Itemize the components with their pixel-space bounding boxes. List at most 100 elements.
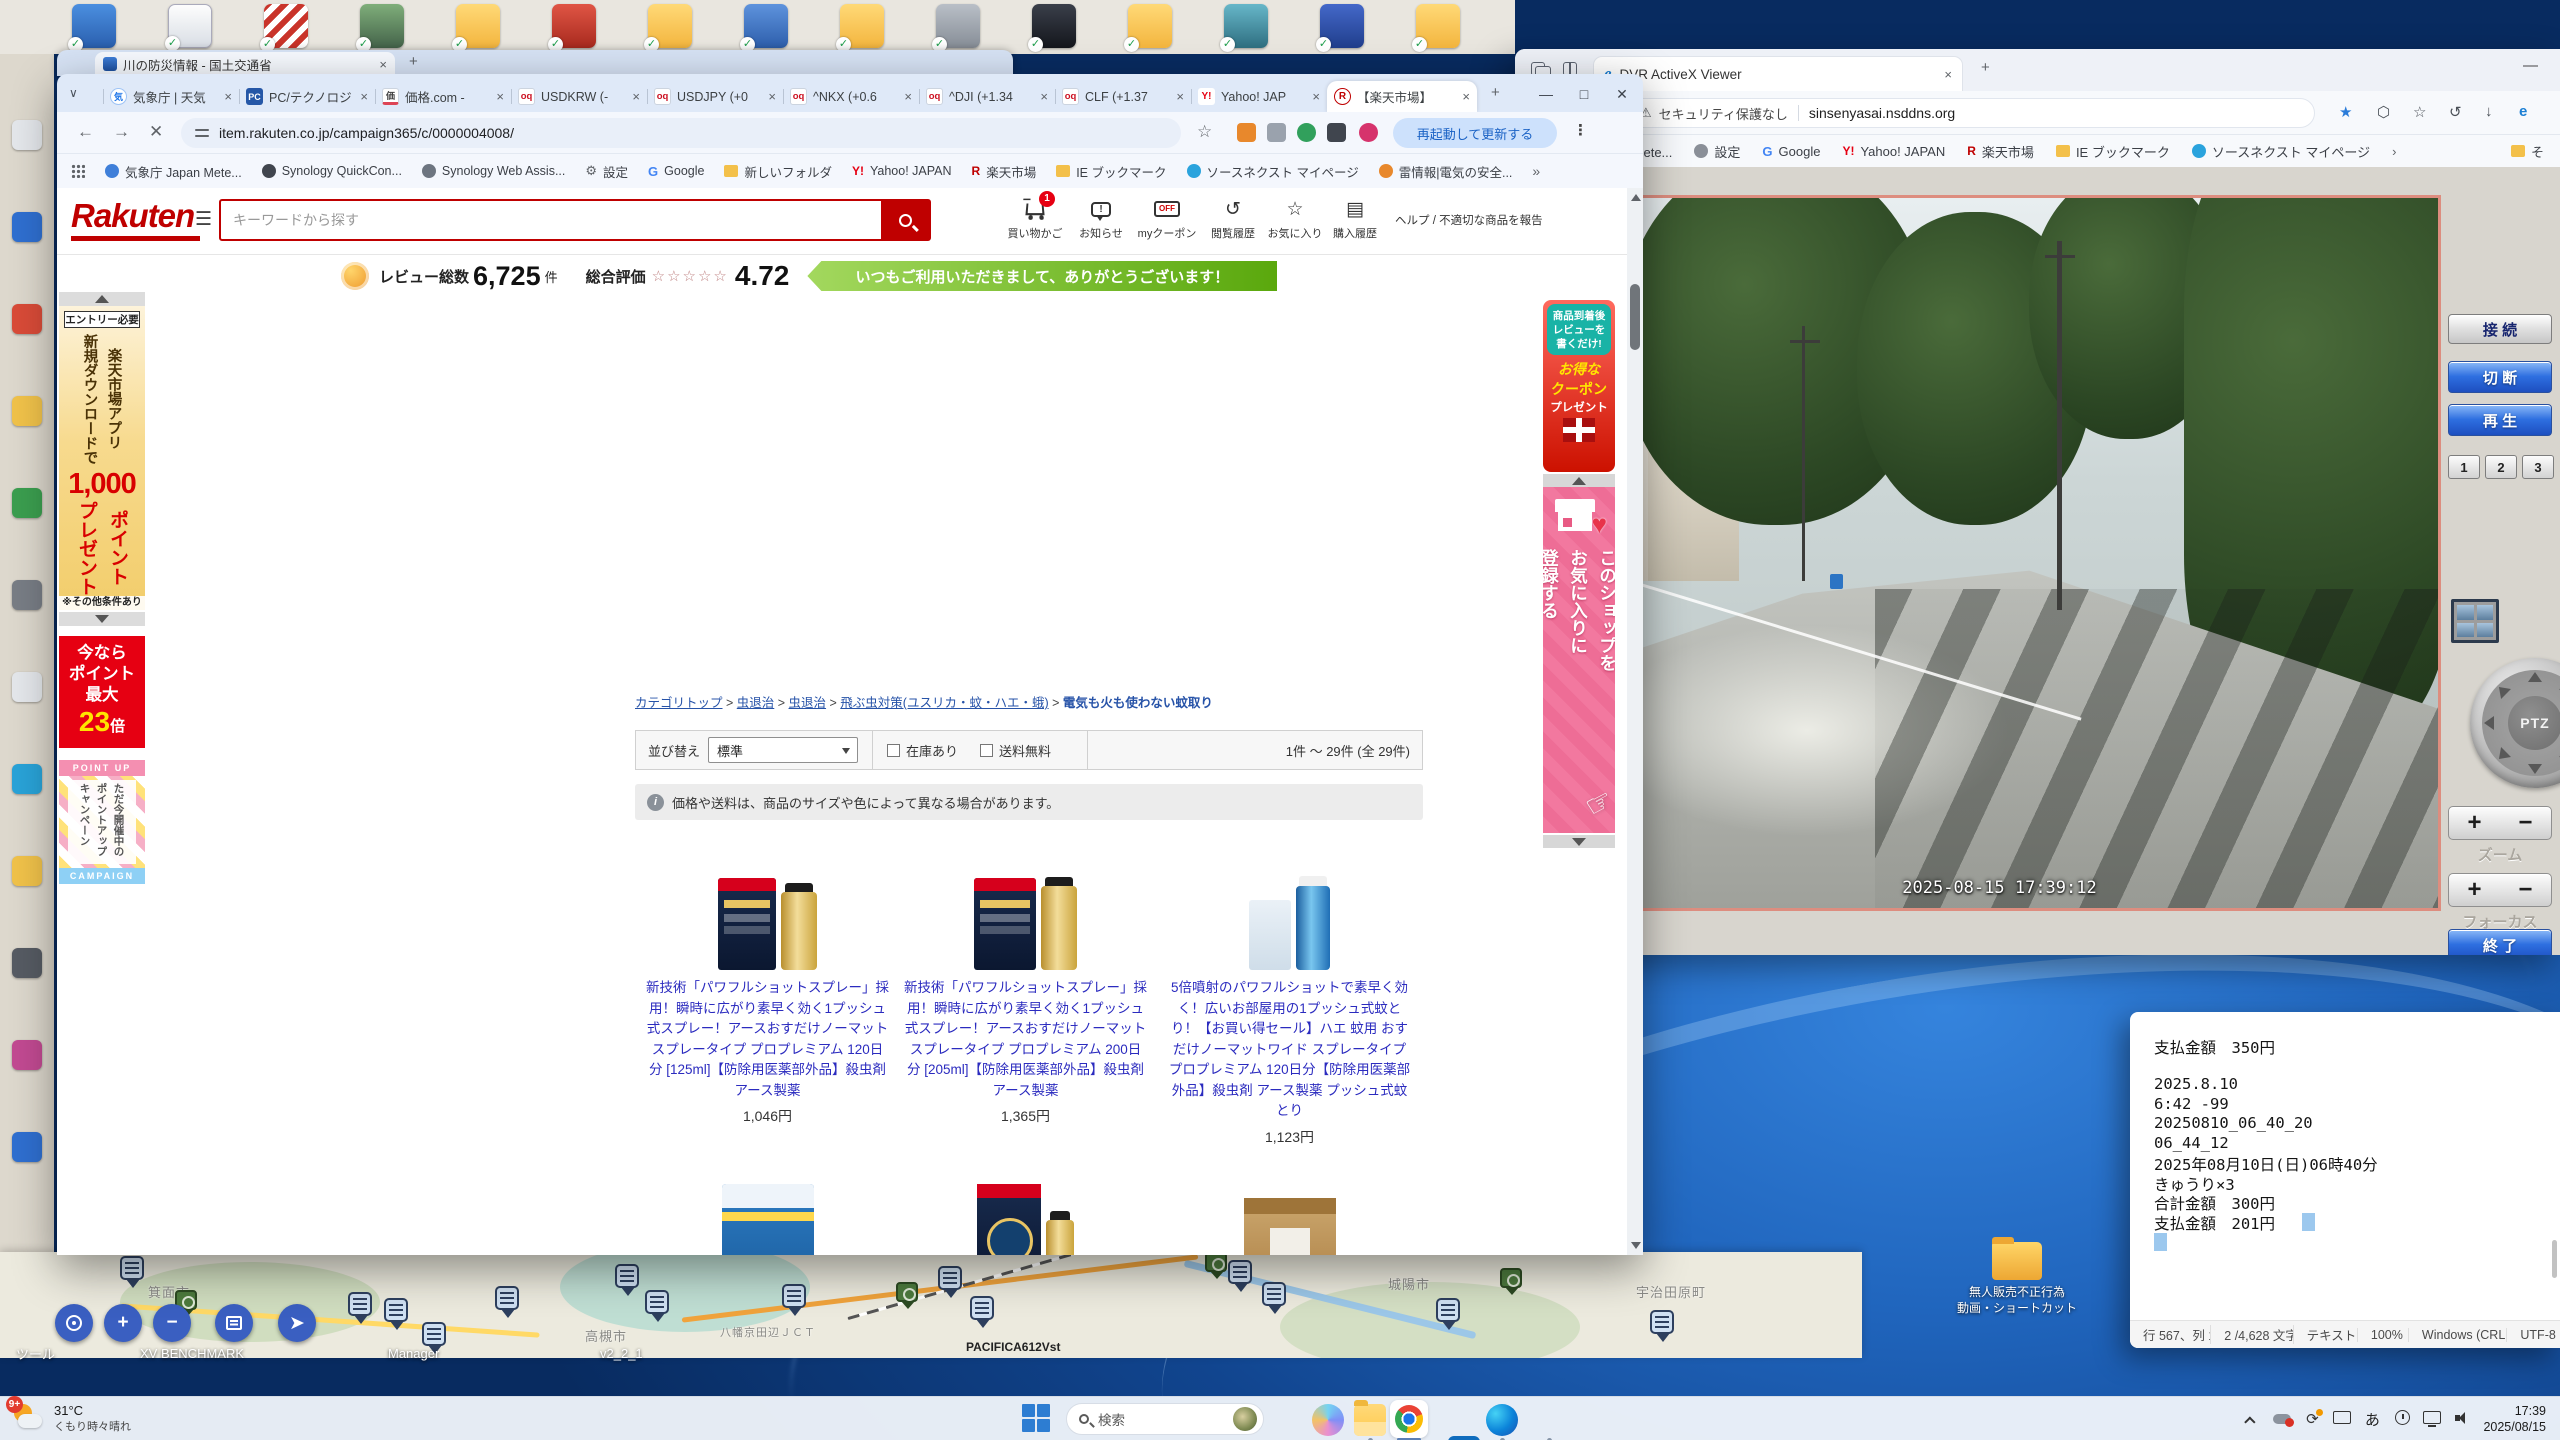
sync-icon[interactable]: ⟳ [2297,1410,2327,1428]
channel-1-button[interactable]: 1 [2448,455,2480,479]
checkbox-icon[interactable] [980,743,994,757]
menu-kebab-icon[interactable]: ⋮ [1573,121,1588,139]
tab-close-icon[interactable] [379,57,387,72]
quad-view-button[interactable] [2451,599,2499,643]
tab-close-icon[interactable] [1176,89,1184,104]
address-bar[interactable]: item.rakuten.co.jp/campaign365/c/0000004… [181,118,1181,148]
desktop-icon[interactable]: ✓ [644,4,692,52]
favorites-icon[interactable]: ☆ [2413,103,2426,121]
desktop-icon[interactable]: ✓ [548,4,596,52]
bookmark-star-icon[interactable]: ☆ [1197,122,1212,142]
water-gauge-pin[interactable] [782,1284,806,1316]
desktop-icon-label[interactable]: Manager [388,1346,439,1361]
desktop-icon[interactable]: ✓ [836,4,884,52]
bookmark-item[interactable]: IE ブックマーク [1056,162,1167,181]
help-report-link[interactable]: ヘルプ / 不適切な商品を報告 [1395,212,1543,228]
window-minimize-icon[interactable]: — [1529,80,1563,108]
nav-favorites[interactable]: ☆ お気に入り [1263,196,1327,241]
tab-close-icon[interactable] [1462,89,1470,104]
exit-button[interactable]: 終 了 [2448,929,2552,955]
dvr-active-tab[interactable]: e DVR ActiveX Viewer [1593,56,1963,91]
scrollbar-thumb[interactable] [1630,284,1640,350]
breadcrumb-current[interactable]: 電気も火も使わない蚊取り [1063,696,1213,710]
tab-dji[interactable]: oq ^DJI (+1.34 [919,81,1055,112]
window-minimize-icon[interactable]: — [2523,57,2538,74]
tab-rakuten-active[interactable]: R 【楽天市場】 [1327,81,1477,112]
new-tab-icon[interactable] [409,53,418,70]
map-legend-button[interactable] [215,1304,253,1342]
tab-close-icon[interactable] [632,89,640,104]
map-locate-button[interactable] [55,1304,93,1342]
taskbar-search[interactable]: 検索 [1066,1403,1264,1435]
dvr-url-field[interactable]: ⚠ セキュリティ保護なし sinsenyasai.nsddns.org [1625,98,2315,128]
nav-history[interactable]: ↺ 閲覧履歴 [1201,196,1265,241]
extension-icon[interactable] [1237,123,1256,142]
nav-purchase-history[interactable]: ▤ 購入履歴 [1323,196,1387,241]
desktop-icon[interactable] [12,212,42,242]
product-card[interactable] [1168,1150,1411,1255]
chrome-taskbar-active[interactable] [1390,1400,1428,1438]
search-button[interactable] [881,201,929,239]
desktop-icon[interactable] [12,948,42,978]
bookmark-item[interactable]: R 楽天市場 [972,162,1037,181]
desktop-icon[interactable] [12,488,42,518]
bookmark-item[interactable]: ⚙ 設定 [585,162,628,181]
site-settings-icon[interactable] [195,127,209,139]
desktop-icon[interactable] [12,1132,42,1162]
bookmark-item[interactable]: Y! Yahoo! JAPAN [1842,144,1945,159]
desktop-icon[interactable] [12,580,42,610]
desktop-icon[interactable]: ✓ [356,4,404,52]
nav-notice[interactable]: ! お知らせ [1069,196,1133,241]
water-gauge-pin[interactable] [970,1296,994,1328]
tab-close-icon[interactable] [1944,67,1952,82]
new-tab-icon[interactable] [1491,84,1500,101]
desktop-icon[interactable]: ✓ [1124,4,1172,52]
file-explorer-icon[interactable] [1354,1400,1386,1436]
tab-close-icon[interactable] [1312,89,1320,104]
zoom-out-button[interactable]: − [2518,809,2532,837]
bookmark-item[interactable]: G Google [648,164,704,179]
product-card[interactable]: 5倍噴射のパワフルショットで素早く効く！広いお部屋用の1プッシュ式蚊とり！【お買… [1168,836,1411,1147]
start-button[interactable] [1022,1404,1052,1434]
water-gauge-pin[interactable] [1436,1298,1460,1330]
water-gauge-pin[interactable] [1228,1260,1252,1292]
bookmark-item[interactable]: 設定 [1694,142,1740,161]
tab-close-icon[interactable] [360,89,368,104]
channel-2-button[interactable]: 2 [2485,455,2517,479]
tray-expand-icon[interactable] [2237,1411,2267,1428]
focus-in-button[interactable]: + [2467,876,2481,904]
desktop-icon[interactable]: ✓ [1220,4,1268,52]
water-gauge-pin[interactable] [1262,1282,1286,1314]
desktop-icon[interactable]: ✓ [452,4,500,52]
desktop-icon-label[interactable]: v2_2_1 [600,1346,643,1361]
ime-mode[interactable]: あ [2357,1409,2387,1430]
desktop-icon[interactable] [12,1040,42,1070]
campaign-banner[interactable]: POINT UP ただ今開催中の ポイントアップ キャンペーン CAMPAIGN [59,760,145,884]
tab-close-icon[interactable] [768,89,776,104]
clock-app-icon[interactable] [2387,1409,2417,1429]
water-gauge-pin[interactable] [1650,1310,1674,1342]
coupon-banner[interactable]: 商品到着後 レビューを 書くだけ! お得な クーポン プレゼント [1543,300,1615,472]
app-download-banner[interactable]: エントリー必要 楽天市場アプリ 新規ダウンロードで 1,000 ポイント プレゼント… [59,306,145,610]
display-icon[interactable] [2417,1410,2447,1428]
notepad-text-area[interactable]: 支払金額 350円 2025.8.10 6:42 -99 20250810_06… [2154,1036,2546,1233]
product-title[interactable]: 新技術「パワフルショットスプレー」採用！瞬時に広がり素早く効く1プッシュ式スプレ… [646,978,889,1101]
tab-search-icon[interactable]: ∨ [69,86,78,100]
desktop-icon-label[interactable]: XV BENCHMARK [140,1346,244,1361]
disconnect-button[interactable]: 切 断 [2448,361,2552,393]
desktop-icon[interactable]: ✓ [740,4,788,52]
desktop-icon[interactable] [12,120,42,150]
water-gauge-pin[interactable] [645,1290,669,1322]
water-gauge-pin[interactable] [348,1292,372,1324]
desktop-icon[interactable] [12,764,42,794]
water-gauge-pin[interactable] [120,1256,144,1288]
desktop-icon[interactable] [12,304,42,334]
forward-icon[interactable]: → [113,122,130,142]
tab-close-icon[interactable] [904,89,912,104]
water-gauge-pin[interactable] [384,1298,408,1330]
scroll-down-icon[interactable] [1631,1242,1641,1249]
window-maximize-icon[interactable]: □ [1567,80,1601,108]
breadcrumb-link[interactable]: カテゴリトップ [635,696,723,710]
rakuten-logo[interactable]: Rakuten [71,196,201,241]
back-icon[interactable]: ← [77,122,94,142]
